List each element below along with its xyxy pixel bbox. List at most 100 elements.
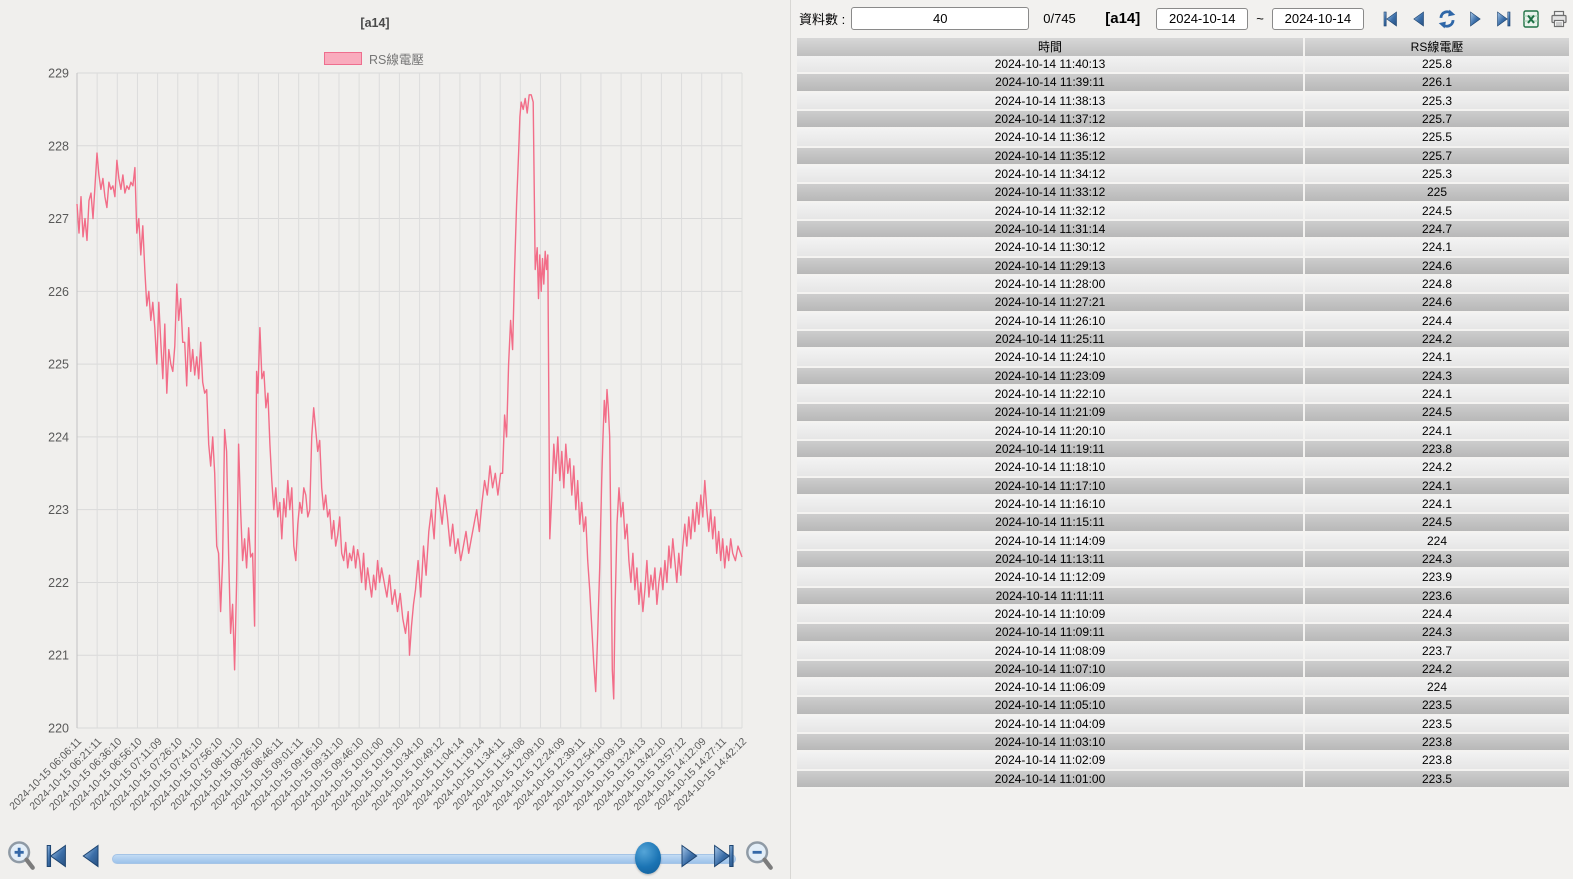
previous-page-button[interactable] — [1408, 8, 1430, 30]
table-row[interactable]: 2024-10-14 11:21:09224.5 — [797, 404, 1569, 422]
cell-time: 2024-10-14 11:07:10 — [797, 661, 1303, 677]
table-row[interactable]: 2024-10-14 11:04:09223.5 — [797, 716, 1569, 734]
table-row[interactable]: 2024-10-14 11:32:12224.5 — [797, 203, 1569, 221]
cell-voltage: 223.8 — [1303, 441, 1569, 457]
table-row[interactable]: 2024-10-14 11:22:10224.1 — [797, 386, 1569, 404]
table-row[interactable]: 2024-10-14 11:20:10224.1 — [797, 423, 1569, 441]
cell-voltage: 224.4 — [1303, 313, 1569, 329]
cell-voltage: 225.5 — [1303, 129, 1569, 145]
table-row[interactable]: 2024-10-14 11:33:12225 — [797, 184, 1569, 202]
table-row[interactable]: 2024-10-14 11:24:10224.1 — [797, 349, 1569, 367]
table-row[interactable]: 2024-10-14 11:05:10223.5 — [797, 697, 1569, 715]
cell-voltage: 225.3 — [1303, 93, 1569, 109]
table-row[interactable]: 2024-10-14 11:08:09223.7 — [797, 643, 1569, 661]
cell-voltage: 223.7 — [1303, 643, 1569, 659]
table-row[interactable]: 2024-10-14 11:28:00224.8 — [797, 276, 1569, 294]
cell-time: 2024-10-14 11:08:09 — [797, 643, 1303, 659]
first-page-button[interactable] — [1380, 8, 1402, 30]
legend-label: RS線電壓 — [369, 49, 424, 68]
cell-voltage: 224.8 — [1303, 276, 1569, 292]
channel-tag: [a14] — [1105, 10, 1140, 27]
table-row[interactable]: 2024-10-14 11:25:11224.2 — [797, 331, 1569, 349]
timeline-slider-handle[interactable] — [635, 842, 661, 874]
next-button[interactable] — [674, 840, 704, 874]
table-body: 2024-10-14 11:40:13225.82024-10-14 11:39… — [797, 56, 1569, 789]
table-row[interactable]: 2024-10-14 11:30:12224.1 — [797, 239, 1569, 257]
table-row[interactable]: 2024-10-14 11:14:09224 — [797, 533, 1569, 551]
table-row[interactable]: 2024-10-14 11:17:10224.1 — [797, 478, 1569, 496]
cell-time: 2024-10-14 11:25:11 — [797, 331, 1303, 347]
y-tick-label: 229 — [48, 67, 69, 81]
table-row[interactable]: 2024-10-14 11:10:09224.4 — [797, 606, 1569, 624]
table-row[interactable]: 2024-10-14 11:15:11224.5 — [797, 514, 1569, 532]
cell-voltage: 224.6 — [1303, 258, 1569, 274]
cell-voltage: 224.5 — [1303, 404, 1569, 420]
table-row[interactable]: 2024-10-14 11:38:13225.3 — [797, 93, 1569, 111]
next-page-button[interactable] — [1464, 8, 1486, 30]
table-row[interactable]: 2024-10-14 11:07:10224.2 — [797, 661, 1569, 679]
cell-time: 2024-10-14 11:24:10 — [797, 349, 1303, 365]
table-row[interactable]: 2024-10-14 11:23:09224.3 — [797, 368, 1569, 386]
previous-icon — [77, 841, 105, 871]
table-row[interactable]: 2024-10-14 11:37:12225.7 — [797, 111, 1569, 129]
table-row[interactable]: 2024-10-14 11:16:10224.1 — [797, 496, 1569, 514]
table-row[interactable]: 2024-10-14 11:18:10224.2 — [797, 459, 1569, 477]
cell-voltage: 224.3 — [1303, 368, 1569, 384]
cell-voltage: 226.1 — [1303, 74, 1569, 90]
refresh-button[interactable] — [1436, 8, 1458, 30]
previous-button[interactable] — [76, 840, 106, 874]
y-tick-label: 222 — [48, 576, 69, 590]
table-row[interactable]: 2024-10-14 11:03:10223.8 — [797, 734, 1569, 752]
cell-voltage: 224.2 — [1303, 661, 1569, 677]
cell-time: 2024-10-14 11:19:11 — [797, 441, 1303, 457]
chart-controls — [0, 838, 790, 879]
table-row[interactable]: 2024-10-14 11:39:11226.1 — [797, 74, 1569, 92]
print-button[interactable] — [1548, 8, 1570, 30]
table-row[interactable]: 2024-10-14 11:19:11223.8 — [797, 441, 1569, 459]
cell-time: 2024-10-14 11:18:10 — [797, 459, 1303, 475]
zoom-out-button[interactable] — [744, 840, 774, 874]
date-to-input[interactable] — [1272, 8, 1364, 30]
first-button[interactable] — [42, 840, 72, 874]
cell-voltage: 223.6 — [1303, 588, 1569, 604]
table-row[interactable]: 2024-10-14 11:29:13224.6 — [797, 258, 1569, 276]
table-row[interactable]: 2024-10-14 11:12:09223.9 — [797, 569, 1569, 587]
cell-time: 2024-10-14 11:22:10 — [797, 386, 1303, 402]
last-button[interactable] — [708, 840, 738, 874]
cell-voltage: 223.9 — [1303, 569, 1569, 585]
toolbar: 資料數 : 0/745 [a14] ~ — [791, 0, 1573, 37]
cell-time: 2024-10-14 11:35:12 — [797, 148, 1303, 164]
excel-export-button[interactable] — [1520, 8, 1542, 30]
data-table: 時間 RS線電壓 2024-10-14 11:40:13225.82024-10… — [797, 38, 1569, 789]
table-row[interactable]: 2024-10-14 11:09:11224.3 — [797, 624, 1569, 642]
table-row[interactable]: 2024-10-14 11:01:00223.5 — [797, 771, 1569, 789]
cell-voltage: 224.3 — [1303, 551, 1569, 567]
cell-time: 2024-10-14 11:16:10 — [797, 496, 1303, 512]
table-row[interactable]: 2024-10-14 11:31:14224.7 — [797, 221, 1569, 239]
last-page-button[interactable] — [1492, 8, 1514, 30]
table-row[interactable]: 2024-10-14 11:35:12225.7 — [797, 148, 1569, 166]
table-row[interactable]: 2024-10-14 11:40:13225.8 — [797, 56, 1569, 74]
cell-voltage: 225.3 — [1303, 166, 1569, 182]
cell-voltage: 224.2 — [1303, 331, 1569, 347]
table-row[interactable]: 2024-10-14 11:11:11223.6 — [797, 588, 1569, 606]
table-row[interactable]: 2024-10-14 11:02:09223.8 — [797, 752, 1569, 770]
column-header-time[interactable]: 時間 — [797, 38, 1303, 56]
zoom-in-button[interactable] — [6, 840, 36, 874]
column-header-voltage[interactable]: RS線電壓 — [1303, 38, 1569, 56]
table-row[interactable]: 2024-10-14 11:26:10224.4 — [797, 313, 1569, 331]
zoom-in-icon — [6, 840, 36, 872]
table-row[interactable]: 2024-10-14 11:06:09224 — [797, 679, 1569, 697]
table-row[interactable]: 2024-10-14 11:27:21224.6 — [797, 294, 1569, 312]
first-icon — [43, 841, 71, 871]
date-from-input[interactable] — [1156, 8, 1248, 30]
cell-voltage: 224.1 — [1303, 386, 1569, 402]
record-count-label: 資料數 : — [799, 9, 845, 28]
record-count-input[interactable] — [851, 7, 1029, 30]
cell-voltage: 224.6 — [1303, 294, 1569, 310]
cell-time: 2024-10-14 11:21:09 — [797, 404, 1303, 420]
cell-time: 2024-10-14 11:09:11 — [797, 624, 1303, 640]
table-row[interactable]: 2024-10-14 11:13:11224.3 — [797, 551, 1569, 569]
table-row[interactable]: 2024-10-14 11:34:12225.3 — [797, 166, 1569, 184]
table-row[interactable]: 2024-10-14 11:36:12225.5 — [797, 129, 1569, 147]
